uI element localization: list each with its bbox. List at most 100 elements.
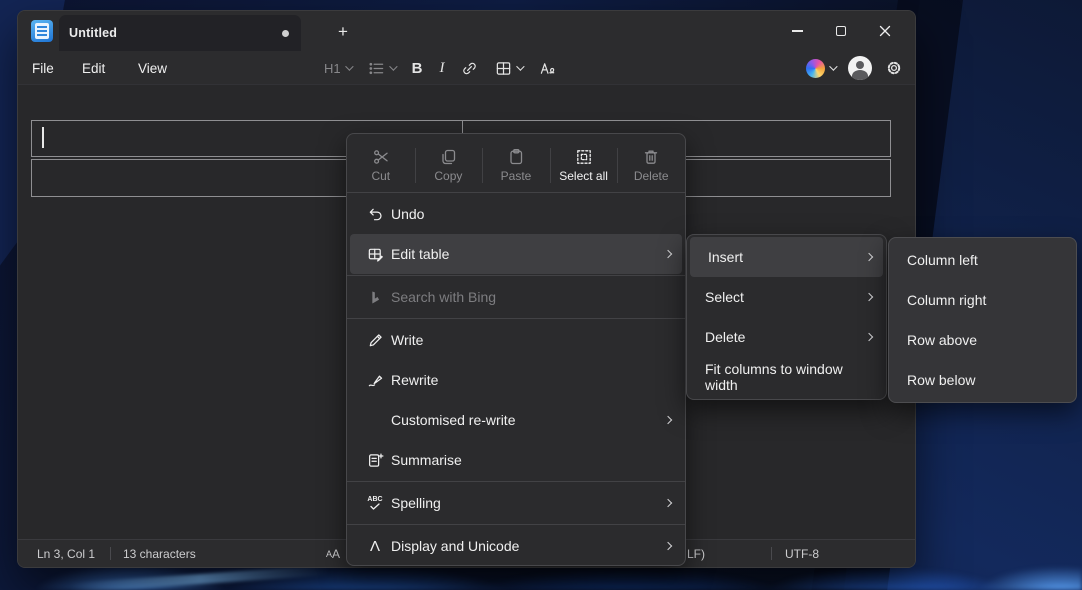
minimize-button[interactable] [775, 16, 819, 46]
paste-icon [507, 148, 525, 166]
summarise-icon [365, 452, 385, 469]
bing-icon [365, 290, 385, 305]
submenu-item-column-left[interactable]: Column left [889, 240, 1076, 280]
edit-table-submenu: Insert Select Delete Fit columns to wind… [686, 234, 887, 400]
menu-item-undo[interactable]: Undo [347, 194, 685, 234]
submenu-item-select[interactable]: Select [687, 277, 886, 317]
menu-item-write[interactable]: Write [347, 320, 685, 360]
chevron-down-icon [517, 62, 525, 70]
menu-separator [347, 192, 685, 193]
menu-item-label: Fit columns to window width [705, 361, 872, 393]
cut-icon [372, 148, 390, 166]
delete-button[interactable]: Delete [617, 140, 685, 191]
submenu-item-row-below[interactable]: Row below [889, 360, 1076, 400]
maximize-icon [836, 26, 846, 36]
heading-style-dropdown[interactable]: H1 [324, 61, 351, 76]
menu-item-label: Rewrite [391, 372, 671, 388]
menu-item-label: Undo [391, 206, 671, 222]
submenu-chevron-icon [865, 333, 873, 341]
heading-label: H1 [324, 61, 341, 76]
menu-item-label: Edit table [391, 246, 657, 262]
menu-item-label: Spelling [391, 495, 657, 511]
list-dropdown[interactable] [368, 60, 395, 77]
select-all-label: Select all [559, 169, 608, 183]
submenu-item-fit-columns[interactable]: Fit columns to window width [687, 357, 886, 397]
menu-item-spelling[interactable]: ABC Spelling [347, 483, 685, 523]
menu-item-label: Select [705, 289, 858, 305]
menu-separator [347, 481, 685, 482]
delete-icon [642, 148, 660, 166]
unsaved-indicator-icon [282, 30, 289, 37]
copilot-icon [806, 59, 825, 78]
link-icon [461, 60, 478, 77]
menu-item-edit-table[interactable]: Edit table [350, 234, 682, 274]
encoding: UTF-8 [785, 540, 819, 567]
submenu-item-insert[interactable]: Insert [690, 237, 883, 277]
submenu-item-delete[interactable]: Delete [687, 317, 886, 357]
chevron-down-icon [829, 62, 837, 70]
copilot-dropdown[interactable] [806, 59, 835, 78]
maximize-button[interactable] [819, 16, 863, 46]
menu-item-label: Summarise [391, 452, 671, 468]
menu-item-search-with-bing[interactable]: Search with Bing [347, 277, 685, 317]
right-toolbar [806, 51, 903, 85]
window-controls [775, 16, 907, 46]
menu-view[interactable]: View [132, 51, 173, 85]
menu-separator [347, 318, 685, 319]
italic-icon: I [439, 60, 444, 77]
undo-icon [365, 206, 385, 223]
chevron-down-icon [345, 62, 353, 70]
display-unicode-icon: Λ [365, 538, 385, 555]
menu-item-rewrite[interactable]: Rewrite [347, 360, 685, 400]
menu-item-label: Customised re-write [391, 412, 657, 428]
minimize-icon [792, 30, 803, 31]
copy-label: Copy [434, 169, 462, 183]
menu-item-label: Column left [907, 252, 1062, 268]
tab-untitled[interactable]: Untitled [59, 15, 301, 51]
menu-item-label: Search with Bing [391, 289, 671, 305]
menu-item-summarise[interactable]: Summarise [347, 440, 685, 480]
menu-separator [347, 275, 685, 276]
tab-title: Untitled [69, 26, 117, 40]
notepad-app-icon [31, 20, 53, 42]
link-button[interactable] [461, 60, 478, 77]
submenu-chevron-icon [865, 293, 873, 301]
menu-item-customised-rewrite[interactable]: Customised re-write [347, 400, 685, 440]
menu-item-display-and-unicode[interactable]: Λ Display and Unicode [347, 526, 685, 566]
menu-file[interactable]: File [26, 51, 60, 85]
paste-button[interactable]: Paste [482, 140, 550, 191]
copy-icon [439, 148, 457, 166]
tab-bar: Untitled + [18, 11, 915, 51]
settings-button[interactable] [885, 59, 903, 77]
chevron-down-icon [389, 62, 397, 70]
table-dropdown[interactable] [495, 60, 522, 77]
bold-button[interactable]: B [412, 60, 423, 77]
close-button[interactable] [863, 16, 907, 46]
font-size-icon: AA [326, 540, 340, 567]
delete-label: Delete [634, 169, 669, 183]
menu-separator [347, 524, 685, 525]
menu-item-label: Insert [708, 249, 858, 265]
spelling-icon: ABC [365, 496, 385, 510]
format-toolbar: H1 B I [324, 51, 557, 85]
list-icon [368, 60, 385, 77]
spellcheck-icon [539, 60, 557, 77]
cut-button[interactable]: Cut [347, 140, 415, 191]
submenu-item-row-above[interactable]: Row above [889, 320, 1076, 360]
spellcheck-button[interactable] [539, 60, 557, 77]
table-icon [495, 60, 512, 77]
menu-item-label: Row above [907, 332, 1062, 348]
menu-edit[interactable]: Edit [76, 51, 111, 85]
italic-button[interactable]: I [439, 60, 444, 77]
clipboard-action-row: Cut Copy Paste Select all [347, 134, 685, 191]
select-all-icon [575, 148, 593, 166]
select-all-button[interactable]: Select all [550, 140, 618, 191]
new-tab-button[interactable]: + [330, 19, 356, 45]
submenu-item-column-right[interactable]: Column right [889, 280, 1076, 320]
menu-item-label: Column right [907, 292, 1062, 308]
settings-gear-icon [885, 59, 903, 77]
account-button[interactable] [848, 56, 872, 80]
submenu-chevron-icon [664, 542, 672, 550]
character-count: 13 characters [123, 540, 196, 567]
copy-button[interactable]: Copy [415, 140, 483, 191]
